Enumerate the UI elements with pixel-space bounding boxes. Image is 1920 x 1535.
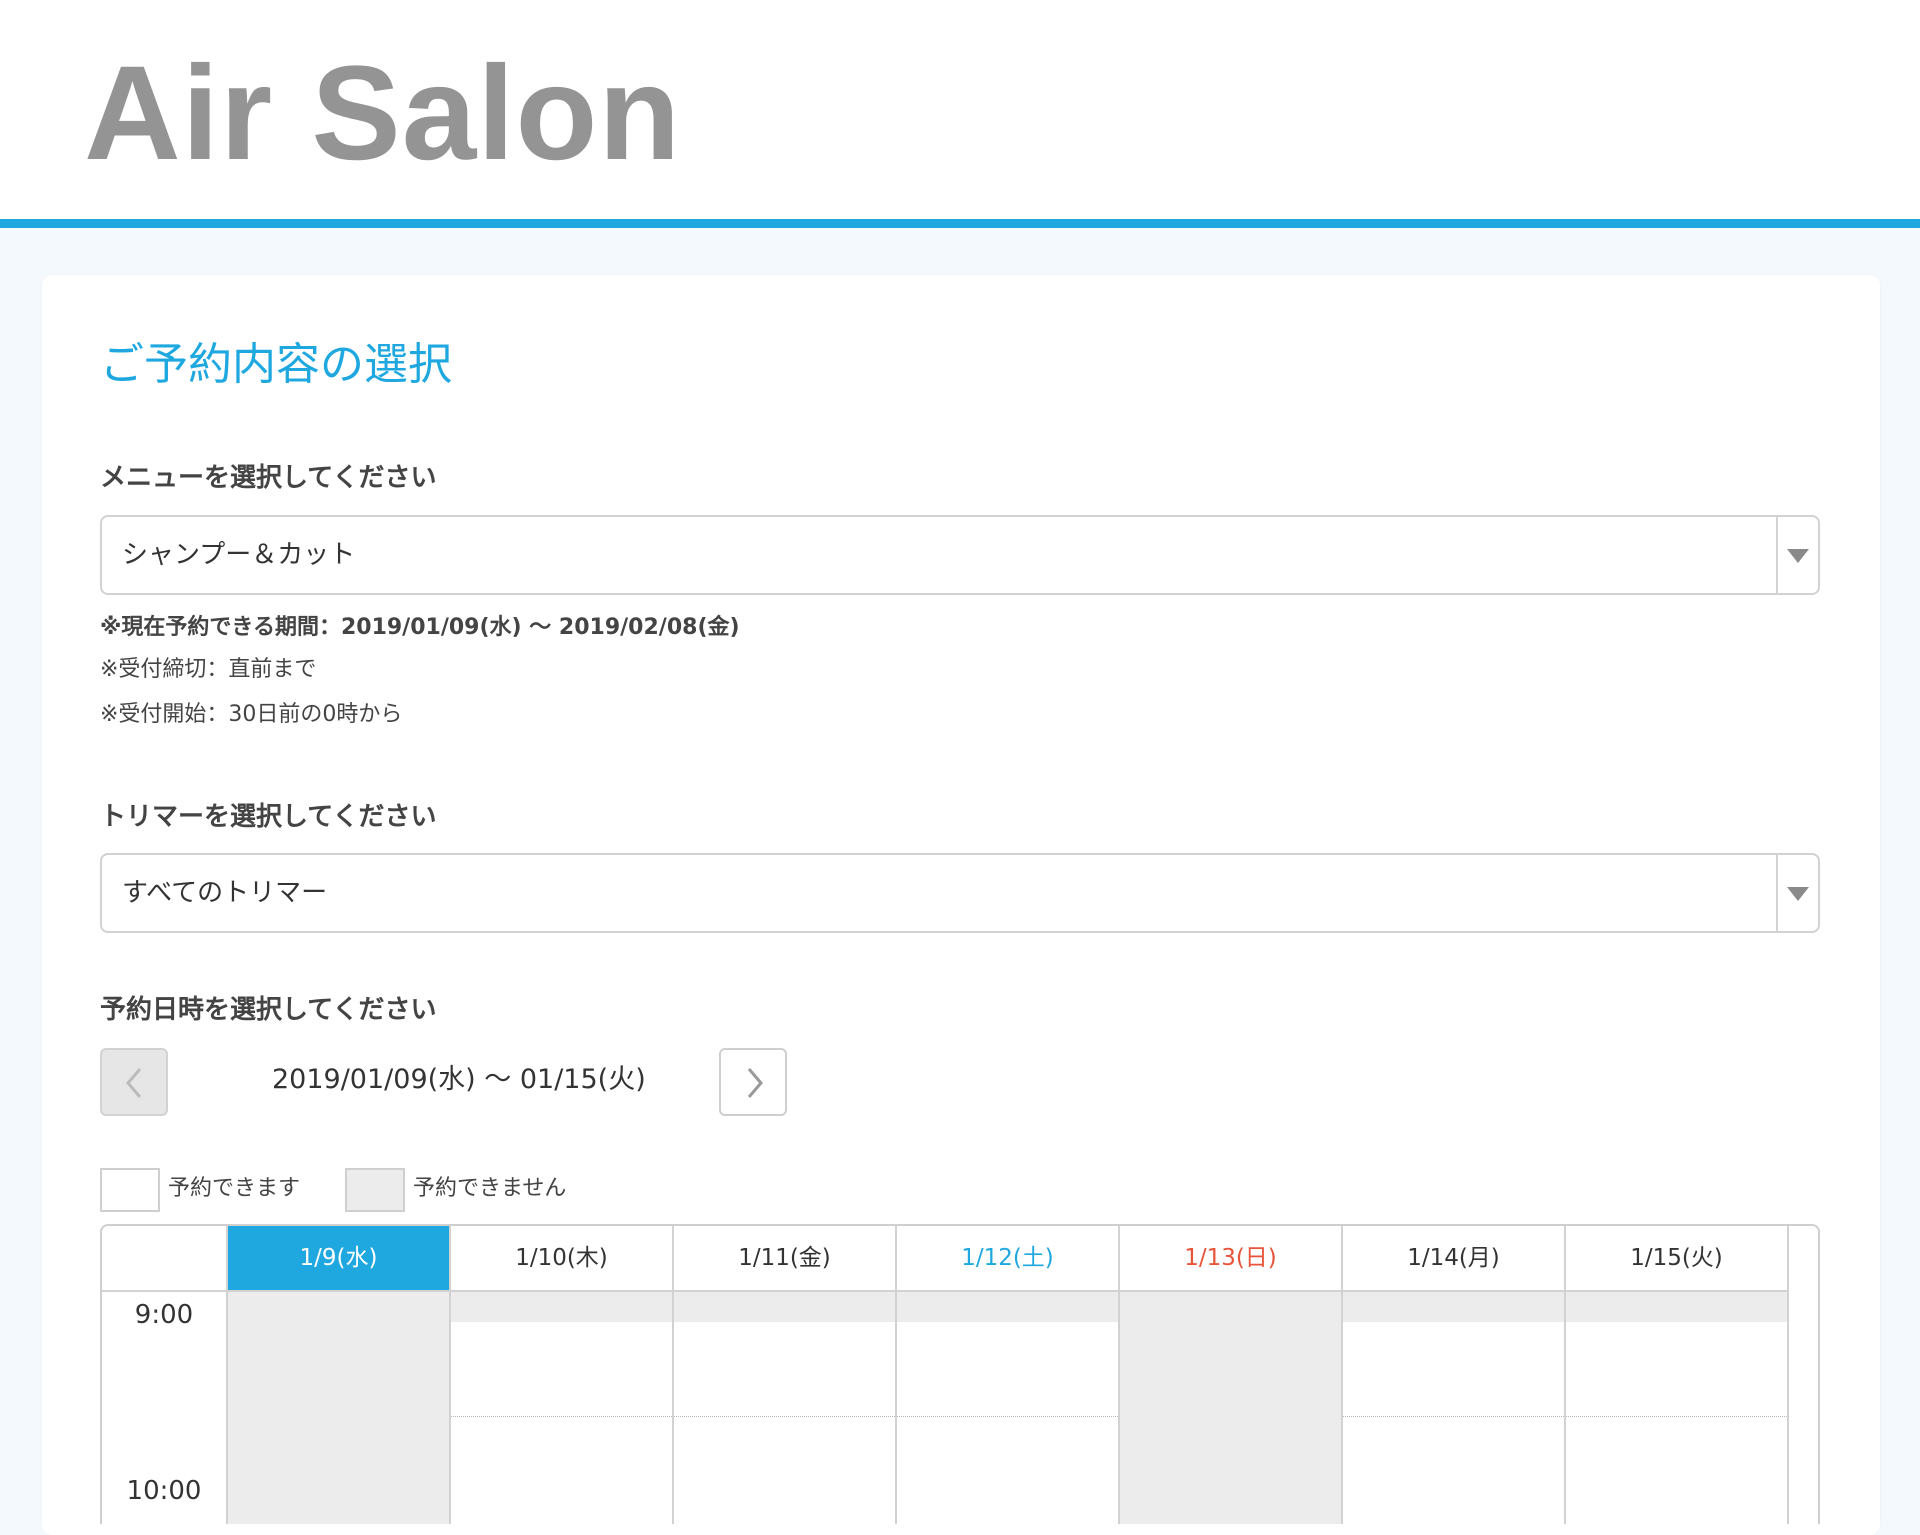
- unavailable-slot: [1566, 1292, 1787, 1322]
- week-range-label: 2019/01/09(水) 〜 01/15(火): [272, 1064, 646, 1095]
- prev-week-button[interactable]: [100, 1048, 168, 1116]
- calendar-day-header[interactable]: 1/12(土): [897, 1226, 1120, 1292]
- chevron-left-icon: [126, 1068, 142, 1098]
- time-label: 9:00: [134, 1300, 194, 1330]
- legend-available-swatch: [100, 1168, 160, 1212]
- unavailable-slot: [451, 1292, 672, 1322]
- reservation-calendar: 9:00 10:00 1/9(水) 1/10(木) 1/11(金) 1/12(土) 1/…: [100, 1224, 1820, 1524]
- half-hour-divider: [451, 1416, 672, 1417]
- time-label: 10:00: [126, 1476, 202, 1506]
- booking-start-note: ※受付開始：30日前の0時から: [100, 702, 403, 727]
- calendar-corner: [102, 1226, 228, 1292]
- calendar-day-column: [897, 1292, 1120, 1524]
- calendar-day-column: [1566, 1292, 1789, 1524]
- site-header: Air Salon: [0, 0, 1920, 228]
- datetime-section-label: 予約日時を選択してください: [100, 995, 437, 1025]
- calendar-day-column: [228, 1292, 451, 1524]
- calendar-day-column: [451, 1292, 674, 1524]
- menu-select-value: シャンプー＆カット: [122, 540, 356, 570]
- calendar-day-header[interactable]: 1/9(水): [228, 1226, 451, 1292]
- half-hour-divider: [674, 1416, 895, 1417]
- legend-unavailable-label: 予約できません: [413, 1176, 567, 1201]
- calendar-day-header[interactable]: 1/13(日): [1120, 1226, 1343, 1292]
- menu-section-label: メニューを選択してください: [100, 463, 437, 493]
- booking-period-note: ※現在予約できる期間：2019/01/09(水) 〜 2019/02/08(金): [100, 615, 740, 640]
- calendar-day-column: [1343, 1292, 1566, 1524]
- chevron-right-icon: [747, 1068, 763, 1098]
- calendar-scrollbar[interactable]: [1788, 1226, 1818, 1524]
- trimmer-select[interactable]: すべてのトリマー: [100, 853, 1820, 933]
- calendar-day-header[interactable]: 1/10(木): [451, 1226, 674, 1292]
- site-logo: Air Salon: [84, 39, 682, 188]
- unavailable-slot: [897, 1292, 1118, 1322]
- booking-deadline-note: ※受付締切：直前まで: [100, 657, 317, 682]
- page-title: ご予約内容の選択: [100, 339, 452, 390]
- half-hour-divider: [897, 1416, 1118, 1417]
- legend-unavailable-swatch: [345, 1168, 405, 1212]
- calendar-day-header[interactable]: 1/15(火): [1566, 1226, 1789, 1292]
- calendar-day-header[interactable]: 1/14(月): [1343, 1226, 1566, 1292]
- calendar-day-header[interactable]: 1/11(金): [674, 1226, 897, 1292]
- half-hour-divider: [1566, 1416, 1787, 1417]
- time-column: 9:00 10:00: [102, 1292, 228, 1524]
- next-week-button[interactable]: [719, 1048, 787, 1116]
- trimmer-select-value: すべてのトリマー: [122, 878, 328, 908]
- unavailable-slot: [674, 1292, 895, 1322]
- unavailable-slot: [1343, 1292, 1564, 1322]
- calendar-day-column: [674, 1292, 897, 1524]
- chevron-down-icon[interactable]: [1776, 517, 1818, 593]
- half-hour-divider: [1343, 1416, 1564, 1417]
- chevron-down-icon[interactable]: [1776, 855, 1818, 931]
- legend-available-label: 予約できます: [168, 1176, 301, 1201]
- trimmer-section-label: トリマーを選択してください: [100, 802, 437, 832]
- menu-select[interactable]: シャンプー＆カット: [100, 515, 1820, 595]
- calendar-day-column: [1120, 1292, 1343, 1524]
